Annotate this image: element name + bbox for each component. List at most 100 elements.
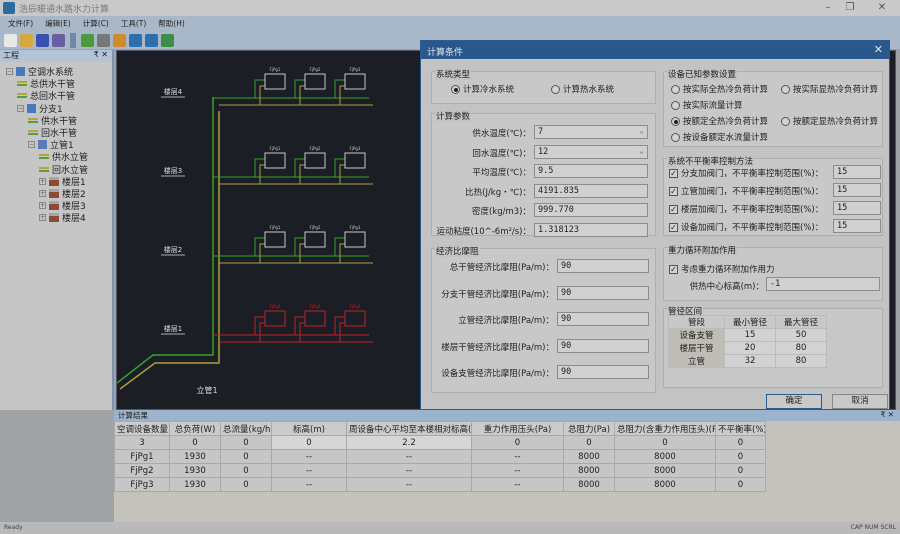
save-icon[interactable] bbox=[36, 33, 49, 47]
pin-close-icons[interactable]: ₹ ✕ bbox=[94, 50, 108, 62]
radio-option[interactable]: 计算热水系统 bbox=[551, 83, 614, 95]
text-input[interactable]: 90 bbox=[557, 259, 649, 273]
branch-icon[interactable] bbox=[129, 33, 142, 47]
menu-item[interactable]: 文件(F) bbox=[8, 18, 33, 29]
checkbox[interactable]: ✓ bbox=[669, 264, 678, 274]
text-input[interactable]: 15 bbox=[833, 183, 881, 197]
table-cell[interactable]: 32 bbox=[724, 354, 776, 368]
table-cell[interactable]: 15 bbox=[724, 328, 776, 342]
grid-icon[interactable] bbox=[97, 33, 110, 47]
tree-item[interactable]: + 楼层4 bbox=[39, 211, 86, 224]
tree-item[interactable]: + 楼层1 bbox=[39, 175, 86, 188]
checkbox[interactable]: ✓ bbox=[669, 168, 678, 178]
tree-item[interactable]: + 楼层2 bbox=[39, 187, 86, 200]
text-input[interactable]: 15 bbox=[833, 201, 881, 215]
text-input[interactable]: 999.770 bbox=[534, 203, 648, 217]
chevron-down-icon[interactable]: ⌄ bbox=[639, 146, 644, 155]
tree-item[interactable]: 总供水干管 bbox=[17, 77, 75, 90]
text-input[interactable]: 90 bbox=[557, 285, 649, 300]
table-cell[interactable]: 80 bbox=[775, 354, 827, 368]
table-cell[interactable]: 50 bbox=[775, 328, 827, 342]
pin-close-icons[interactable]: ₹ ✕ bbox=[881, 410, 894, 421]
radio-circle[interactable] bbox=[451, 84, 460, 94]
dropdown-select[interactable]: 12 ⌄ bbox=[534, 144, 648, 159]
gravity-checkbox-row[interactable]: ✓ 考虑重力循环附加作用力 bbox=[669, 263, 775, 275]
menu-item[interactable]: 工具(T) bbox=[121, 18, 146, 29]
dialog-close-button[interactable]: ✕ bbox=[874, 43, 883, 56]
tree-item[interactable]: 供水立管 bbox=[39, 150, 88, 163]
tree-item[interactable]: 回水干管 bbox=[28, 126, 77, 139]
riser-icon[interactable] bbox=[145, 33, 158, 47]
chevron-down-icon[interactable]: ⌄ bbox=[639, 126, 644, 135]
column-header[interactable]: 总流量(kg/h) bbox=[220, 421, 272, 436]
dropdown-select[interactable]: 7 ⌄ bbox=[534, 125, 648, 139]
radio-option[interactable]: 按额定全热冷负荷计算 bbox=[671, 115, 768, 127]
ok-button[interactable]: 确定 bbox=[766, 394, 822, 409]
column-header[interactable]: 重力作用压头(Pa) bbox=[471, 421, 564, 436]
text-input[interactable]: 4191.835 bbox=[534, 183, 648, 198]
radio-option[interactable]: 按实际显热冷负荷计算 bbox=[781, 83, 878, 95]
expand-icon[interactable]: − bbox=[6, 68, 13, 75]
radio-circle[interactable] bbox=[781, 116, 790, 126]
expand-icon[interactable]: + bbox=[39, 190, 46, 197]
imbalance-checkbox-row[interactable]: ✓ 设备加阀门，不平衡率控制范围(%)： bbox=[669, 221, 823, 233]
cancel-button[interactable]: 取消 bbox=[832, 394, 888, 409]
column-header[interactable]: 总阻力(含重力作用压头)(Pa) bbox=[614, 421, 716, 436]
save-as-icon[interactable] bbox=[52, 33, 65, 47]
text-input[interactable]: 90 bbox=[557, 312, 649, 326]
expand-icon[interactable]: − bbox=[17, 104, 24, 112]
text-input[interactable]: 90 bbox=[557, 365, 649, 379]
radio-option[interactable]: 按实际全热冷负荷计算 bbox=[671, 83, 768, 95]
tree-item[interactable]: 供水干管 bbox=[28, 114, 77, 127]
column-header[interactable]: 总阻力(Pa) bbox=[563, 421, 615, 436]
imbalance-checkbox-row[interactable]: ✓ 分支加阀门，不平衡率控制范围(%)： bbox=[669, 167, 823, 179]
column-header[interactable]: 总负荷(W) bbox=[169, 421, 221, 436]
text-input[interactable]: 1.318123 bbox=[534, 222, 648, 237]
radio-circle[interactable] bbox=[551, 84, 560, 94]
radio-option[interactable]: 按实际流量计算 bbox=[671, 99, 743, 111]
expand-icon[interactable]: + bbox=[39, 214, 46, 222]
imbalance-checkbox-row[interactable]: ✓ 立管加阀门，不平衡率控制范围(%)： bbox=[669, 185, 823, 197]
table-cell[interactable]: 20 bbox=[724, 341, 776, 355]
table-row[interactable]: FjPg3 1930 0 -- -- -- 8000 8000 0 bbox=[114, 477, 766, 492]
table-row[interactable]: FjPg1 1930 0 -- -- -- 8000 8000 0 bbox=[114, 449, 766, 464]
radio-circle[interactable] bbox=[671, 132, 680, 142]
column-header[interactable]: 空调设备数量 bbox=[114, 421, 170, 436]
tree-item[interactable]: 回水立管 bbox=[39, 163, 88, 176]
close-window-button[interactable]: ✕ bbox=[872, 2, 892, 13]
tree-item[interactable]: 总回水干管 bbox=[17, 89, 75, 102]
imbalance-checkbox-row[interactable]: ✓ 楼层加阀门，不平衡率控制范围(%)： bbox=[669, 203, 823, 215]
maximize-button[interactable]: ❐ bbox=[840, 2, 860, 13]
column-header[interactable]: 周设备中心平均至本楼相对标高( bbox=[346, 421, 472, 436]
checkbox[interactable]: ✓ bbox=[669, 186, 678, 196]
table-row[interactable]: FjPg2 1930 0 -- -- -- 8000 8000 0 bbox=[114, 463, 766, 478]
radio-option[interactable]: 按设备额定水流量计算 bbox=[671, 131, 768, 143]
open-icon[interactable] bbox=[20, 33, 33, 47]
minimize-button[interactable]: – bbox=[818, 2, 838, 13]
radio-option[interactable]: 计算冷水系统 bbox=[451, 83, 514, 95]
excel-icon[interactable] bbox=[161, 33, 174, 47]
checkbox[interactable]: ✓ bbox=[669, 204, 678, 214]
menu-item[interactable]: 编辑(E) bbox=[45, 18, 71, 29]
tree-item[interactable]: − 分支1 bbox=[17, 102, 63, 115]
new-icon[interactable] bbox=[4, 33, 17, 47]
text-input[interactable]: 90 bbox=[557, 338, 649, 353]
radio-circle[interactable] bbox=[671, 116, 680, 126]
radio-circle[interactable] bbox=[671, 100, 680, 110]
expand-icon[interactable]: − bbox=[28, 141, 35, 149]
text-input[interactable]: 9.5 bbox=[534, 164, 648, 178]
column-header[interactable]: 标高(m) bbox=[271, 421, 347, 436]
tree-item[interactable]: − 空调水系统 bbox=[6, 65, 73, 78]
radio-circle[interactable] bbox=[671, 84, 680, 94]
radio-circle[interactable] bbox=[781, 84, 790, 94]
calc-icon[interactable] bbox=[113, 33, 126, 47]
expand-icon[interactable]: + bbox=[39, 177, 46, 185]
text-input[interactable]: 15 bbox=[833, 165, 881, 179]
column-header[interactable]: 不平衡率(%) bbox=[715, 421, 766, 436]
table-row[interactable]: 3 0 0 0 2.2 0 0 0 0 bbox=[114, 435, 766, 450]
table-cell[interactable]: 80 bbox=[775, 341, 827, 355]
tree-item[interactable]: + 楼层3 bbox=[39, 199, 86, 212]
expand-icon[interactable]: + bbox=[39, 202, 46, 210]
refresh-icon[interactable] bbox=[81, 33, 94, 47]
checkbox[interactable]: ✓ bbox=[669, 222, 678, 232]
